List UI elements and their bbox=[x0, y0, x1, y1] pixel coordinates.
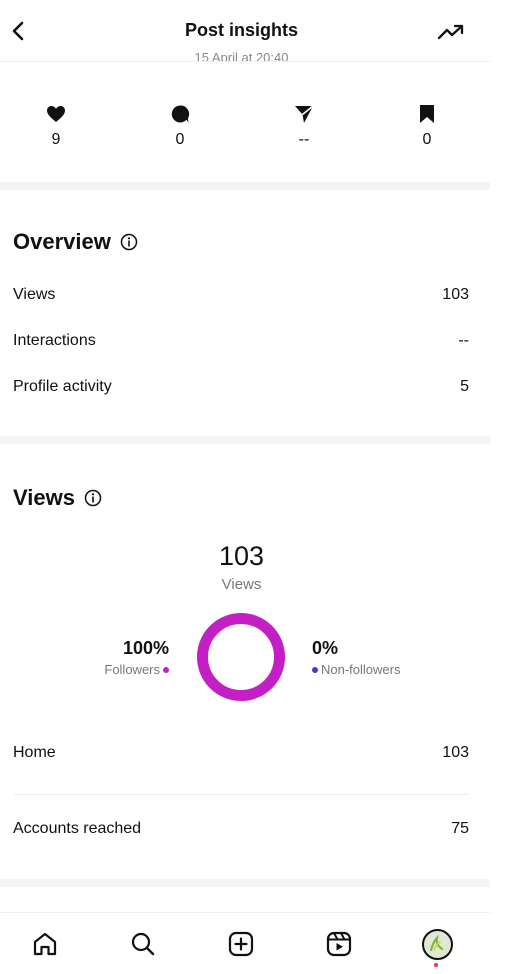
likes-count: 9 bbox=[51, 131, 61, 148]
followers-dot bbox=[163, 666, 169, 673]
views-total-label: Views bbox=[221, 576, 262, 593]
row-value: 5 bbox=[460, 378, 469, 395]
divider bbox=[0, 61, 490, 62]
views-title: Views bbox=[13, 485, 75, 510]
profile-avatar bbox=[421, 928, 453, 960]
nav-reels[interactable] bbox=[323, 929, 355, 959]
overview-row-views[interactable]: Views 103 bbox=[13, 286, 469, 304]
comment-icon bbox=[171, 105, 190, 123]
create-icon bbox=[228, 931, 254, 957]
home-icon bbox=[33, 932, 57, 956]
nav-search[interactable] bbox=[127, 929, 159, 959]
views-row-accounts-reached[interactable]: Accounts reached 75 bbox=[13, 820, 469, 838]
row-value: 103 bbox=[442, 286, 469, 303]
non-followers-dot bbox=[312, 666, 318, 673]
row-label: Home bbox=[13, 744, 56, 761]
share-icon bbox=[295, 105, 314, 123]
info-icon[interactable] bbox=[120, 233, 138, 251]
bookmark-icon bbox=[420, 105, 434, 123]
row-label: Interactions bbox=[13, 332, 96, 349]
row-value: 75 bbox=[451, 820, 469, 837]
overview-row-interactions[interactable]: Interactions -- bbox=[13, 332, 469, 350]
views-heading: Views bbox=[13, 485, 102, 511]
views-total: 103 bbox=[218, 541, 265, 571]
saves-count: 0 bbox=[422, 131, 432, 148]
shares-stat: -- bbox=[284, 103, 324, 149]
row-label: Accounts reached bbox=[13, 820, 142, 837]
section-divider bbox=[0, 436, 490, 444]
views-row-home[interactable]: Home 103 bbox=[13, 744, 469, 762]
bottom-nav bbox=[0, 912, 490, 974]
donut-followers-arc bbox=[197, 613, 285, 701]
non-followers-share: 0% Non-followers bbox=[312, 638, 400, 677]
overview-title: Overview bbox=[13, 229, 111, 254]
trend-button[interactable] bbox=[436, 18, 466, 46]
post-date: 15 April at 20:40 bbox=[194, 50, 289, 61]
comments-stat: 0 bbox=[160, 103, 200, 149]
followers-donut bbox=[197, 613, 285, 701]
row-value: -- bbox=[458, 332, 469, 349]
shares-count: -- bbox=[298, 131, 310, 148]
saves-stat: 0 bbox=[407, 103, 447, 149]
page-title: Post insights bbox=[184, 20, 298, 40]
nav-home[interactable] bbox=[29, 929, 61, 959]
non-followers-label: Non-followers bbox=[321, 662, 401, 677]
followers-share: 100% Followers bbox=[104, 638, 169, 677]
info-icon[interactable] bbox=[84, 489, 102, 507]
row-label: Views bbox=[13, 286, 56, 303]
row-value: 103 bbox=[442, 744, 469, 761]
nav-profile[interactable] bbox=[421, 928, 453, 960]
overview-row-profile-activity[interactable]: Profile activity 5 bbox=[13, 378, 469, 396]
followers-percent: 100% bbox=[122, 638, 169, 658]
section-divider bbox=[0, 879, 490, 887]
divider bbox=[13, 794, 469, 795]
non-followers-percent: 0% bbox=[312, 638, 339, 658]
nav-create[interactable] bbox=[225, 929, 257, 959]
comments-count: 0 bbox=[175, 131, 185, 148]
section-divider bbox=[0, 182, 490, 190]
overview-heading: Overview bbox=[13, 229, 138, 255]
row-label: Profile activity bbox=[13, 378, 112, 395]
heart-icon bbox=[47, 106, 65, 122]
followers-label: Followers bbox=[104, 662, 160, 677]
likes-stat: 9 bbox=[36, 103, 76, 149]
trending-up-icon bbox=[437, 24, 464, 40]
top-bar: Post insights 15 April at 20:40 bbox=[0, 0, 490, 62]
reels-icon bbox=[326, 931, 352, 957]
notification-dot bbox=[434, 963, 438, 967]
search-icon bbox=[131, 932, 155, 956]
